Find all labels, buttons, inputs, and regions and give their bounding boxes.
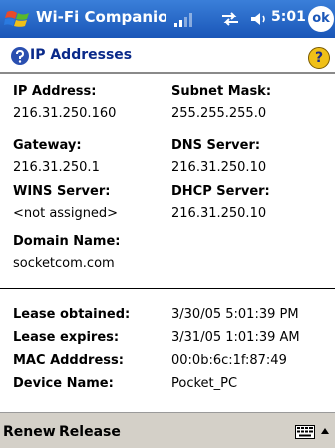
app-title: Wi-Fi Companion (36, 8, 166, 26)
device-name-value: Pocket_PC (171, 376, 238, 391)
clock[interactable]: 5:01 (271, 9, 311, 29)
windows-start-icon[interactable] (4, 6, 32, 32)
menu-bar: Renew Release (0, 412, 335, 448)
page-title: IP Addresses (30, 47, 133, 63)
ip-address-label: IP Address: (13, 84, 97, 99)
help-icon[interactable]: ? (308, 47, 330, 69)
wins-server-value: <not assigned> (13, 206, 119, 221)
mac-address-label: MAC Adddress: (13, 353, 124, 368)
wins-server-label: WINS Server: (13, 184, 111, 199)
lease-expires-value: 3/31/05 1:01:39 AM (171, 330, 300, 345)
subnet-mask-label: Subnet Mask: (171, 84, 272, 99)
gateway-value: 216.31.250.1 (13, 160, 100, 175)
renew-button[interactable]: Renew (3, 424, 56, 440)
release-button[interactable]: Release (59, 424, 121, 440)
mac-address-value: 00:0b:6c:1f:87:49 (171, 353, 287, 368)
keyboard-icon[interactable] (295, 425, 315, 439)
title-bar: Wi-Fi Companion 5:01 ok (0, 0, 335, 38)
section-divider (0, 288, 335, 289)
input-panel-arrow-icon[interactable] (320, 427, 330, 435)
dhcp-server-value: 216.31.250.10 (171, 206, 267, 221)
dns-server-value: 216.31.250.10 (171, 160, 267, 175)
ok-button[interactable]: ok (308, 6, 334, 32)
signal-strength-icon[interactable] (172, 10, 194, 28)
dns-server-label: DNS Server: (171, 138, 261, 153)
connectivity-icon[interactable] (219, 9, 241, 29)
dhcp-server-label: DHCP Server: (171, 184, 270, 199)
lease-expires-label: Lease expires: (13, 330, 120, 345)
ip-address-value: 216.31.250.160 (13, 106, 117, 121)
page-header: IP Addresses ? (0, 38, 335, 74)
gateway-label: Gateway: (13, 138, 82, 153)
domain-name-value: socketcom.com (13, 256, 115, 271)
network-info-icon (11, 47, 29, 65)
device-name-label: Device Name: (13, 376, 114, 391)
domain-name-label: Domain Name: (13, 234, 121, 249)
lease-obtained-value: 3/30/05 5:01:39 PM (171, 307, 299, 322)
volume-icon[interactable] (249, 9, 269, 29)
lease-obtained-label: Lease obtained: (13, 307, 131, 322)
subnet-mask-value: 255.255.255.0 (171, 106, 267, 121)
